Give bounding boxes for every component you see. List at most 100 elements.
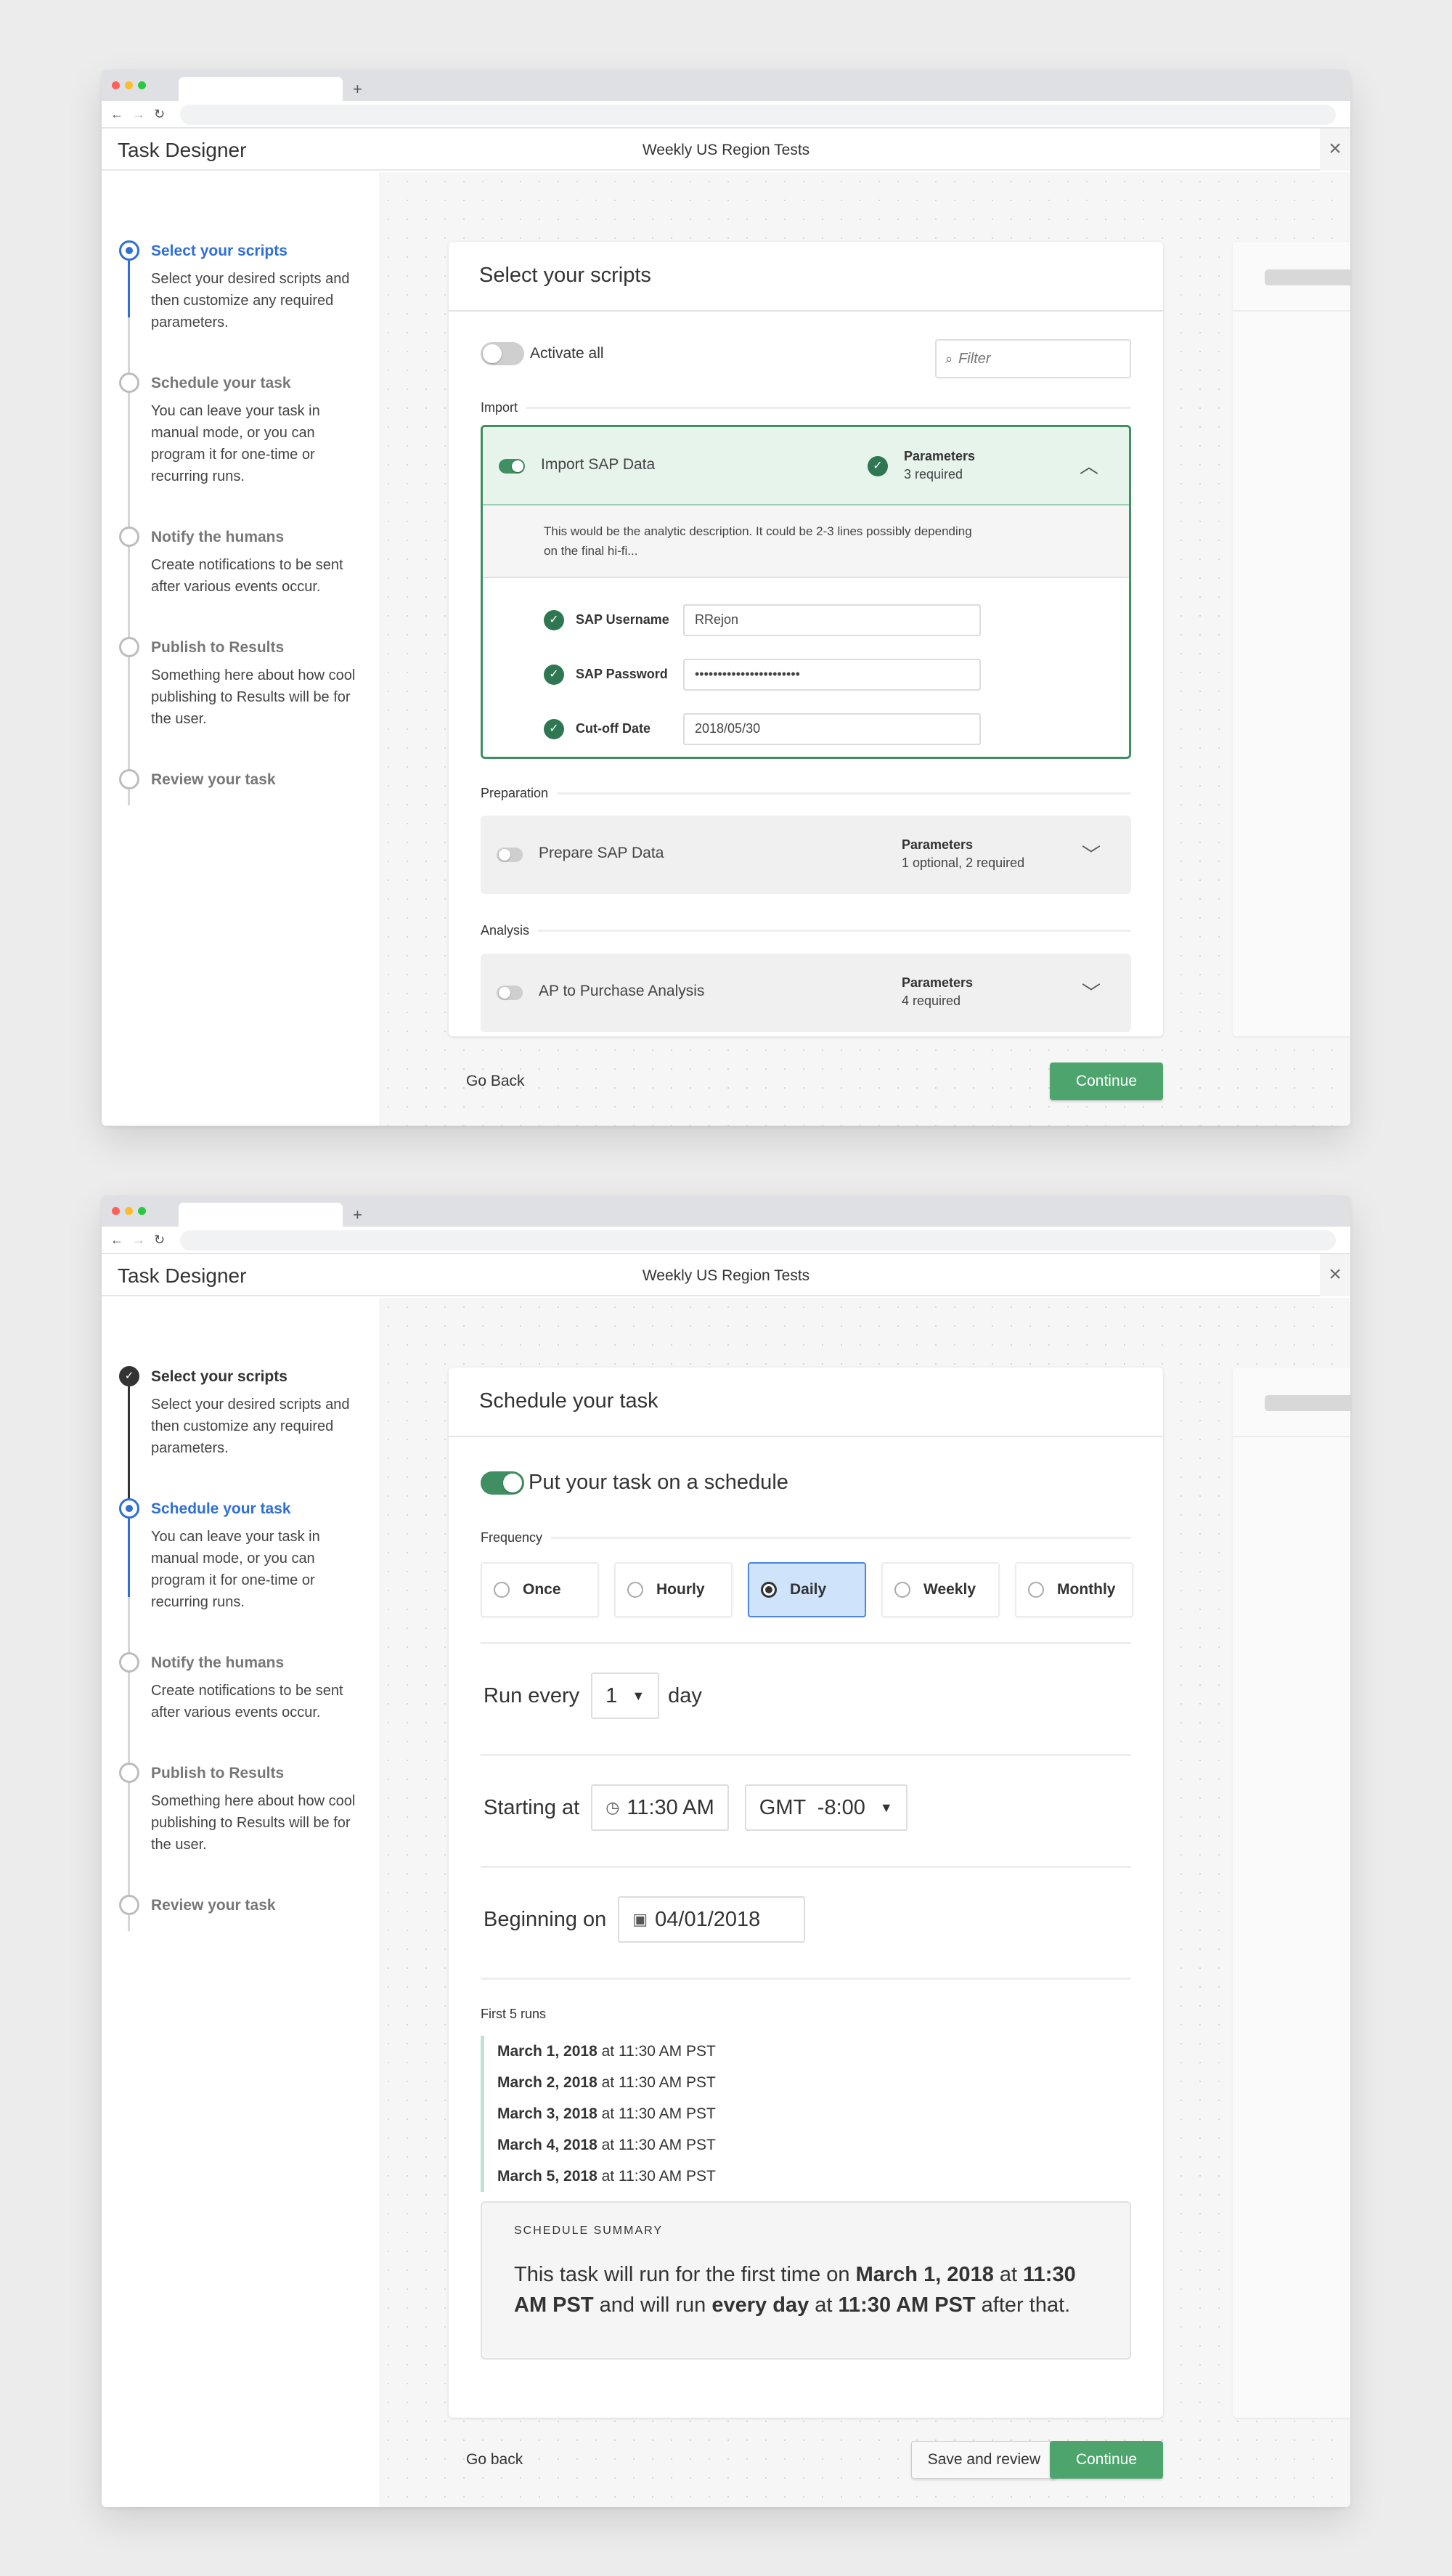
- check-circle-icon: ✓: [868, 456, 888, 476]
- select-scripts-card: Select your scripts Activate all ⌕ Impor…: [449, 242, 1163, 1036]
- filter-field[interactable]: ⌕: [935, 339, 1131, 378]
- chevron-down-icon[interactable]: ﹀: [1082, 840, 1101, 867]
- browser-window-select-scripts: + ← → ↻ Task Designer Weekly US Region T…: [102, 70, 1350, 1126]
- sap-username-input[interactable]: [683, 604, 981, 636]
- save-and-review-button[interactable]: Save and review: [910, 2441, 1057, 2479]
- caret-down-icon: ▼: [879, 1800, 893, 1815]
- script-toggle[interactable]: [499, 459, 525, 474]
- close-window-button[interactable]: [112, 81, 120, 89]
- date-input[interactable]: ▣ 04/01/2018: [618, 1896, 806, 1943]
- clock-icon: ◷: [605, 1798, 620, 1816]
- script-toggle[interactable]: [497, 986, 523, 1000]
- step-schedule-task[interactable]: Schedule your task You can leave your ta…: [118, 1498, 364, 1689]
- step-publish-results[interactable]: Publish to Results Something here about …: [118, 1763, 364, 1931]
- option-label: Once: [523, 1581, 561, 1598]
- starting-at-label: Starting at: [484, 1795, 580, 1819]
- step-title: Review your task: [151, 1897, 276, 1914]
- step-active-icon: [119, 1498, 139, 1519]
- param-row-username: ✓ SAP Username: [544, 593, 1129, 647]
- run-every-select[interactable]: 1 ▼: [591, 1673, 660, 1719]
- reload-icon[interactable]: ↻: [154, 105, 165, 123]
- maximize-window-button[interactable]: [138, 1207, 146, 1215]
- step-review-task[interactable]: Review your task: [118, 1895, 364, 1915]
- first-runs-title: First 5 runs: [481, 2007, 547, 2021]
- task-name: Weekly US Region Tests: [642, 1267, 810, 1284]
- params-title: Parameters: [904, 449, 976, 463]
- activate-all-toggle[interactable]: [481, 342, 524, 365]
- step-complete-check-icon: ✓: [119, 1366, 139, 1386]
- close-icon[interactable]: ×: [1320, 1254, 1350, 1296]
- minimize-window-button[interactable]: [125, 1207, 133, 1215]
- step-pending-icon: [119, 637, 139, 657]
- reload-icon[interactable]: ↻: [154, 1231, 165, 1248]
- continue-button[interactable]: Continue: [1049, 2441, 1163, 2479]
- step-notify-humans[interactable]: Notify the humans Create notifications t…: [118, 527, 364, 695]
- step-schedule-task[interactable]: Schedule your task You can leave your ta…: [118, 373, 364, 563]
- placeholder-bar: [1265, 269, 1350, 285]
- script-ap-purchase-analysis[interactable]: AP to Purchase Analysis Parameters 4 req…: [481, 954, 1131, 1032]
- field-label: SAP Password: [576, 667, 668, 681]
- back-arrow-icon[interactable]: ←: [110, 1231, 123, 1248]
- frequency-hourly[interactable]: Hourly: [614, 1562, 733, 1617]
- address-bar-row: ← → ↻: [102, 101, 1350, 129]
- url-field[interactable]: [180, 105, 1336, 125]
- time-value: 11:30 AM: [627, 1795, 714, 1819]
- close-window-button[interactable]: [112, 1207, 120, 1215]
- script-description: This would be the analytic description. …: [483, 505, 1129, 578]
- card-title: Schedule your task: [449, 1368, 1163, 1437]
- step-review-task[interactable]: Review your task: [118, 769, 364, 789]
- search-icon: ⌕: [945, 351, 953, 366]
- maximize-window-button[interactable]: [138, 81, 146, 89]
- go-back-button[interactable]: Go back: [466, 2451, 523, 2469]
- params-count: 4 required: [902, 994, 961, 1008]
- step-select-scripts[interactable]: Select your scripts Select your desired …: [118, 240, 364, 409]
- app-header: Task Designer Weekly US Region Tests ×: [102, 1254, 1350, 1296]
- param-row-cutoff: ✓ Cut-off Date: [544, 702, 1129, 756]
- forward-arrow-icon[interactable]: →: [132, 1231, 145, 1248]
- time-input[interactable]: ◷ 11:30 AM: [591, 1784, 729, 1831]
- step-title: Publish to Results: [151, 1765, 285, 1781]
- caret-down-icon: ▼: [632, 1688, 645, 1703]
- schedule-toggle[interactable]: [481, 1471, 524, 1495]
- cutoff-date-input[interactable]: [683, 712, 981, 745]
- step-publish-results[interactable]: Publish to Results Something here about …: [118, 637, 364, 805]
- option-label: Daily: [790, 1581, 827, 1598]
- step-select-scripts[interactable]: ✓ Select your scripts Select your desire…: [118, 1366, 364, 1535]
- go-back-button[interactable]: Go Back: [466, 1073, 525, 1090]
- schedule-toggle-label: Put your task on a schedule: [529, 1471, 788, 1494]
- frequency-weekly[interactable]: Weekly: [881, 1562, 1000, 1617]
- content-canvas: Schedule your task Put your task on a sc…: [379, 1298, 1350, 2507]
- back-arrow-icon[interactable]: ←: [110, 105, 123, 123]
- url-field[interactable]: [180, 1230, 1336, 1251]
- sap-password-input[interactable]: [683, 658, 981, 691]
- step-title: Select your scripts: [151, 1368, 287, 1385]
- frequency-daily[interactable]: Daily: [748, 1562, 866, 1617]
- new-tab-button[interactable]: +: [353, 77, 362, 101]
- timezone-select[interactable]: GMT -8:00 ▼: [744, 1784, 908, 1831]
- script-prepare-sap-data[interactable]: Prepare SAP Data Parameters 1 optional, …: [481, 816, 1131, 894]
- filter-input[interactable]: [958, 350, 1104, 367]
- summary-text: This task will run for the first time on…: [514, 2263, 1076, 2317]
- check-circle-icon: ✓: [544, 609, 564, 630]
- new-tab-button[interactable]: +: [353, 1203, 362, 1227]
- frequency-monthly[interactable]: Monthly: [1015, 1562, 1133, 1617]
- step-desc: Something here about how cool publishing…: [151, 667, 356, 727]
- chevron-down-icon[interactable]: ﹀: [1082, 978, 1101, 1005]
- frequency-once[interactable]: Once: [481, 1562, 599, 1617]
- browser-tab[interactable]: [179, 77, 343, 101]
- script-toggle[interactable]: [497, 848, 523, 862]
- close-icon[interactable]: ×: [1320, 129, 1350, 171]
- params-count: 3 required: [904, 467, 963, 482]
- chevron-up-icon[interactable]: ︿: [1080, 452, 1098, 479]
- forward-arrow-icon[interactable]: →: [132, 105, 145, 123]
- script-header[interactable]: Import SAP Data ✓ Parameters 3 required …: [483, 427, 1129, 505]
- browser-tab[interactable]: [179, 1203, 343, 1227]
- continue-button[interactable]: Continue: [1049, 1063, 1163, 1100]
- window-controls: [112, 81, 146, 89]
- step-notify-humans[interactable]: Notify the humans Create notifications t…: [118, 1652, 364, 1821]
- section-label: Import: [481, 400, 518, 415]
- minimize-window-button[interactable]: [125, 81, 133, 89]
- option-label: Weekly: [923, 1581, 976, 1598]
- run-every-unit: day: [668, 1683, 702, 1707]
- schedule-task-card: Schedule your task Put your task on a sc…: [449, 1368, 1163, 2418]
